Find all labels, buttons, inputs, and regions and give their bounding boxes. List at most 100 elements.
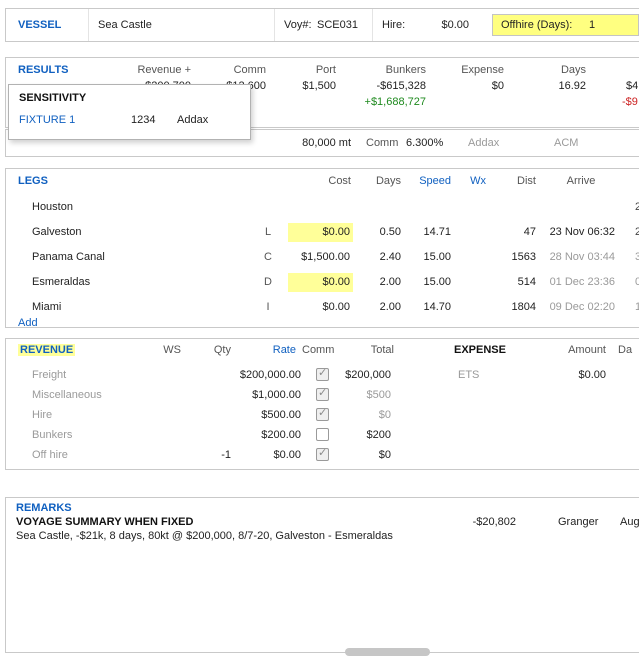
revenue-item-name: Bunkers [32, 425, 72, 445]
leg-arrive: 23 Nov 06:32 [541, 220, 615, 245]
leg-dist: 47 [501, 220, 536, 245]
revenue-header-qty: Qty [201, 344, 231, 356]
leg-port-name[interactable]: Houston [32, 195, 73, 220]
remarks-title: VOYAGE SUMMARY WHEN FIXED [16, 516, 193, 528]
offhire-days-value: 1 [589, 15, 595, 35]
voyage-estimator-screen: VESSEL Sea Castle Voy#: SCE031 Hire: $0.… [0, 0, 639, 658]
leg-dist: 514 [501, 270, 536, 295]
results-port-value: $1,500 [276, 80, 336, 92]
remarks-section-label[interactable]: REMARKS [16, 502, 72, 514]
remarks-section: REMARKS VOYAGE SUMMARY WHEN FIXED -$20,8… [5, 497, 639, 653]
results-header-comm: Comm [206, 64, 266, 76]
leg-depart-clipped: 2 [635, 195, 639, 220]
horizontal-scrollbar-thumb[interactable] [345, 648, 430, 656]
leg-days: 2.00 [361, 270, 401, 295]
vessel-name-field[interactable]: Sea Castle [98, 9, 152, 41]
voyage-number-label: Voy#: [284, 9, 312, 41]
revenue-item-name: Freight [32, 365, 66, 385]
add-leg-link[interactable]: Add [18, 317, 38, 329]
leg-row: Galveston L $0.00 0.50 14.71 47 23 Nov 0… [6, 220, 639, 245]
leg-dist: 1563 [501, 245, 536, 270]
results-header-revenue[interactable]: Revenue + [111, 64, 191, 76]
leg-arrive: 28 Nov 03:44 [541, 245, 615, 270]
results-tce-value: $4 [626, 80, 638, 92]
results-header-bunkers: Bunkers [356, 64, 426, 76]
results-header-expense: Expense [446, 64, 504, 76]
revenue-header-total: Total [356, 344, 394, 356]
leg-type: D [261, 270, 275, 295]
legs-section-label[interactable]: LEGS [18, 175, 48, 187]
leg-speed[interactable]: 14.70 [411, 295, 451, 320]
cargo-comm-value[interactable]: 6.300% [406, 130, 443, 156]
legs-header-cost: Cost [291, 175, 351, 187]
fixture-1-link[interactable]: FIXTURE 1 [19, 114, 75, 126]
leg-speed[interactable]: 14.71 [411, 220, 451, 245]
revenue-total: $0 [341, 445, 391, 465]
leg-arrive: 01 Dec 23:36 [541, 270, 615, 295]
revenue-rate-cell[interactable]: $200,000.00 [221, 365, 301, 385]
remarks-amount: -$20,802 [461, 516, 516, 528]
sensitivity-popup: SENSITIVITY FIXTURE 1 1234 Addax [8, 84, 251, 140]
expense-amount-cell[interactable]: $0.00 [551, 365, 606, 385]
leg-port-name[interactable]: Panama Canal [32, 245, 105, 270]
expense-section-label: EXPENSE [454, 344, 506, 356]
revenue-comm-checkbox[interactable] [316, 428, 329, 441]
revenue-row: Bunkers $200.00 $200 [6, 425, 639, 445]
results-net-result: -$9 [622, 96, 638, 108]
leg-cost-cell[interactable]: $0.00 [288, 298, 353, 317]
revenue-total: $0 [341, 405, 391, 425]
voyage-number-value[interactable]: SCE031 [317, 9, 358, 41]
cargo-broker[interactable]: ACM [554, 130, 578, 156]
fixture-counterparty: Addax [177, 114, 208, 126]
revenue-item-name: Miscellaneous [32, 385, 102, 405]
legs-header-dist: Dist [501, 175, 536, 187]
leg-port-name[interactable]: Esmeraldas [32, 270, 90, 295]
cargo-charterer[interactable]: Addax [468, 130, 499, 156]
divider [88, 9, 89, 41]
remarks-date: Aug [620, 516, 639, 528]
revenue-rate-cell[interactable]: $0.00 [221, 445, 301, 465]
legs-section: LEGS Cost Days Speed Wx Dist Arrive Hous… [5, 168, 639, 328]
results-section-label[interactable]: RESULTS [18, 64, 69, 76]
leg-dist: 1804 [501, 295, 536, 320]
revenue-comm-checkbox[interactable] [316, 368, 329, 381]
hire-value[interactable]: $0.00 [414, 9, 469, 41]
revenue-section-label[interactable]: REVENUE [18, 344, 75, 356]
revenue-rate-cell[interactable]: $500.00 [221, 405, 301, 425]
revenue-row: Hire $500.00 $0 [6, 405, 639, 425]
revenue-comm-checkbox[interactable] [316, 448, 329, 461]
leg-speed[interactable]: 15.00 [411, 245, 451, 270]
revenue-total: $200 [341, 425, 391, 445]
revenue-item-name: Off hire [32, 445, 68, 465]
leg-port-name[interactable]: Galveston [32, 220, 82, 245]
leg-cost-cell[interactable]: $0.00 [288, 273, 353, 292]
leg-cost-cell[interactable]: $0.00 [288, 223, 353, 242]
vessel-section-label[interactable]: VESSEL [18, 9, 61, 41]
revenue-row: Freight $200,000.00 $200,000 ETS $0.00 [6, 365, 639, 385]
legs-header-days: Days [361, 175, 401, 187]
revenue-rate-cell[interactable]: $1,000.00 [221, 385, 301, 405]
leg-cost-cell[interactable]: $1,500.00 [288, 248, 353, 267]
hire-label: Hire: [382, 9, 405, 41]
leg-row: Esmeraldas D $0.00 2.00 15.00 514 01 Dec… [6, 270, 639, 295]
leg-days: 2.00 [361, 295, 401, 320]
leg-days: 0.50 [361, 220, 401, 245]
offhire-days-field[interactable]: Offhire (Days): 1 [492, 14, 639, 36]
results-header-days: Days [526, 64, 586, 76]
revenue-comm-checkbox[interactable] [316, 388, 329, 401]
legs-header-wx[interactable]: Wx [461, 175, 486, 187]
revenue-comm-checkbox[interactable] [316, 408, 329, 421]
leg-speed[interactable]: 15.00 [411, 270, 451, 295]
expense-item-name: ETS [458, 365, 479, 385]
vessel-section: VESSEL Sea Castle Voy#: SCE031 Hire: $0.… [5, 8, 639, 42]
revenue-header-rate[interactable]: Rate [261, 344, 296, 356]
remarks-author: Granger [558, 516, 598, 528]
cargo-comm-label: Comm [366, 130, 398, 156]
remarks-body[interactable]: Sea Castle, -$21k, 8 days, 80kt @ $200,0… [16, 530, 393, 542]
legs-header-speed[interactable]: Speed [411, 175, 451, 187]
cargo-quantity[interactable]: 80,000 mt [271, 130, 351, 156]
results-header-port: Port [276, 64, 336, 76]
leg-depart-clipped: 2 [635, 220, 639, 245]
offhire-days-label: Offhire (Days): [501, 15, 572, 35]
revenue-rate-cell[interactable]: $200.00 [221, 425, 301, 445]
